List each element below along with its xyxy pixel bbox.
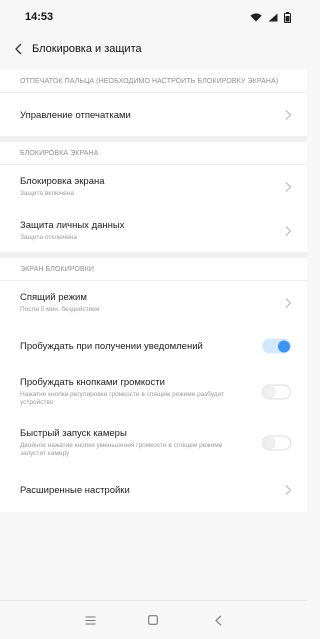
wake-volume-keys-item[interactable]: Пробуждать кнопками громкости Нажатие кн… [0, 367, 307, 417]
item-title: Пробуждать кнопками громкости [20, 377, 165, 388]
toggle-knob [264, 386, 275, 398]
item-subtitle: Нажатие кнопки регулировки громкости в с… [20, 391, 225, 406]
menu-button[interactable] [84, 614, 96, 626]
app-header: Блокировка и защита [0, 34, 307, 64]
wake-on-notification-item[interactable]: Пробуждать при получении уведомлений [0, 325, 307, 367]
chevron-right-icon [285, 226, 292, 236]
item-title: Спящий режим [20, 292, 87, 303]
chevron-right-icon [285, 110, 292, 120]
section-header-lock-screen: ЭКРАН БЛОКИРОВКИ [0, 258, 307, 281]
privacy-protection-item[interactable]: Защита личных данных Защита отключена [0, 209, 307, 253]
wake-on-notification-toggle[interactable] [262, 338, 291, 354]
quick-camera-item[interactable]: Быстрый запуск камеры Двойное нажатие кн… [0, 417, 307, 469]
signal-icon [268, 13, 278, 21]
back-button[interactable] [2, 34, 34, 64]
manage-fingerprints-item[interactable]: Управление отпечатками [0, 93, 307, 137]
section-header-screen-lock: БЛОКИРОВКА ЭКРАНА [0, 142, 307, 165]
menu-icon [85, 616, 95, 624]
item-title: Быстрый запуск камеры [20, 428, 127, 439]
chevron-right-icon [285, 298, 292, 308]
chevron-left-icon [14, 43, 21, 55]
screen-lock-item[interactable]: Блокировка экрана Защита включена [0, 165, 307, 209]
page-title: Блокировка и защита [32, 43, 142, 55]
item-subtitle: Двойное нажатие кнопки уменьшения громко… [20, 442, 223, 457]
wake-volume-keys-toggle[interactable] [262, 384, 291, 400]
navigation-bar [0, 600, 307, 639]
chevron-right-icon [285, 182, 292, 192]
home-button[interactable] [147, 614, 159, 626]
fingerprint-section: ОТПЕЧАТОК ПАЛЬЦА (НЕОБХОДИМО НАСТРОИТЬ Б… [0, 70, 307, 137]
screen-lock-section: БЛОКИРОВКА ЭКРАНА Блокировка экрана Защи… [0, 142, 307, 253]
item-title: Пробуждать при получении уведомлений [20, 340, 203, 352]
quick-camera-toggle[interactable] [262, 435, 291, 451]
toggle-knob [278, 340, 290, 352]
status-time: 14:53 [25, 11, 54, 23]
item-subtitle: Защита отключена [20, 234, 77, 241]
back-triangle-icon [214, 614, 221, 626]
back-nav-button[interactable] [212, 614, 224, 626]
wifi-icon [250, 12, 262, 21]
item-title: Расширенные настройки [20, 484, 130, 496]
item-title: Блокировка экрана [20, 176, 105, 187]
status-icons [250, 11, 291, 23]
item-title: Защита личных данных [20, 220, 125, 231]
section-header-fingerprint: ОТПЕЧАТОК ПАЛЬЦА (НЕОБХОДИМО НАСТРОИТЬ Б… [0, 70, 307, 93]
chevron-right-icon [285, 485, 292, 495]
item-subtitle: После 5 мин. бездействия [20, 306, 100, 313]
toggle-knob [264, 437, 275, 449]
status-bar: 14:53 [0, 0, 307, 34]
home-square-icon [148, 615, 158, 625]
sleep-item[interactable]: Спящий режим После 5 мин. бездействия [0, 281, 307, 325]
item-subtitle: Защита включена [20, 190, 74, 197]
battery-icon [284, 11, 291, 23]
advanced-settings-item[interactable]: Расширенные настройки [0, 469, 307, 511]
item-title: Управление отпечатками [20, 109, 131, 121]
lock-screen-section: ЭКРАН БЛОКИРОВКИ Спящий режим После 5 ми… [0, 258, 307, 512]
